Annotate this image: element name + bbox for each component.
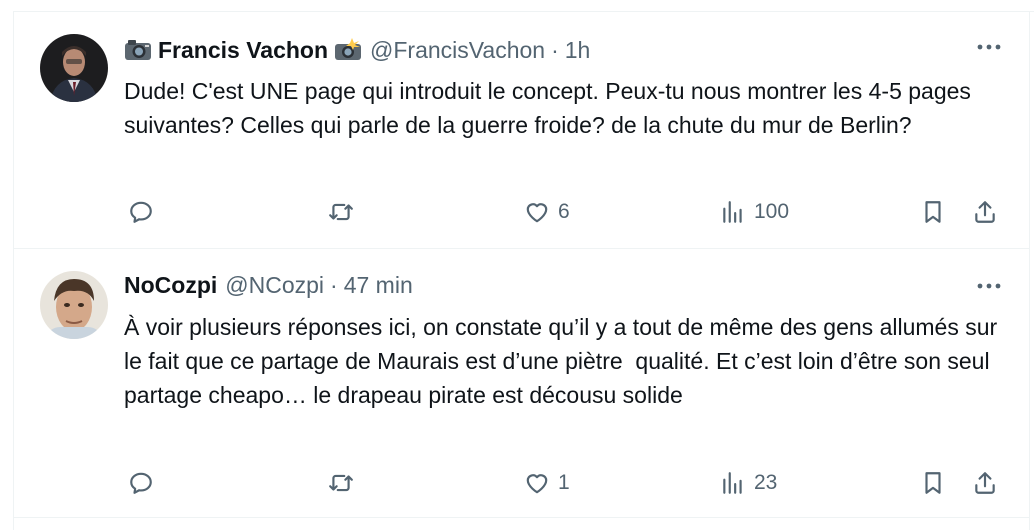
retweet-button[interactable] <box>328 196 362 228</box>
heart-icon <box>526 474 548 494</box>
analytics-bar-icon <box>723 201 742 223</box>
bookmark-icon <box>925 201 941 223</box>
tweet-text: À voir plusieurs réponses ici, on consta… <box>124 314 1004 408</box>
bookmark-icon <box>925 472 941 494</box>
display-name[interactable]: NoCozpi <box>124 272 217 299</box>
tweet-text: Dude! C'est UNE page qui introduit le co… <box>124 78 978 138</box>
timeline-border-right <box>1029 249 1030 517</box>
timeline-border-left <box>13 12 14 248</box>
more-options-icon[interactable] <box>976 281 1002 291</box>
views-button[interactable]: 100 <box>720 196 789 228</box>
timeline-border-right <box>1029 12 1030 248</box>
reply-icon <box>130 472 152 494</box>
tweet-actions: 6 100 <box>124 196 1006 228</box>
like-button[interactable]: 1 <box>524 467 570 499</box>
tweet-actions: 1 23 <box>124 467 1006 499</box>
bookmark-button[interactable] <box>920 467 946 499</box>
reply-icon <box>130 201 152 223</box>
tweet-header: NoCozpi @NCozpi · 47 min <box>124 271 413 299</box>
tweet[interactable]: NoCozpi @NCozpi · 47 min À voir plusieur… <box>13 249 1030 518</box>
share-icon <box>975 472 995 494</box>
avatar[interactable] <box>40 271 108 339</box>
user-handle[interactable]: @NCozpi <box>225 272 324 299</box>
views-button[interactable]: 23 <box>720 467 777 499</box>
tweet[interactable]: Francis Vachon @FrancisVachon · 1h Dude!… <box>13 12 1030 249</box>
share-icon <box>975 201 995 223</box>
next-tweet-edge <box>13 518 1030 530</box>
separator-dot: · <box>551 36 559 63</box>
share-button[interactable] <box>972 467 998 499</box>
tweet-header: Francis Vachon @FrancisVachon · 1h <box>124 36 590 64</box>
user-handle[interactable]: @FrancisVachon <box>370 37 545 64</box>
heart-icon <box>526 203 548 223</box>
analytics-bar-icon <box>723 472 742 494</box>
more-options-icon[interactable] <box>976 42 1002 52</box>
like-button[interactable]: 6 <box>524 196 570 228</box>
reply-button[interactable] <box>128 196 162 228</box>
bookmark-button[interactable] <box>920 196 946 228</box>
retweet-icon <box>329 474 353 492</box>
camera-emoji-icon <box>125 40 151 60</box>
reply-button[interactable] <box>128 467 162 499</box>
previous-tweet-edge <box>13 0 1034 12</box>
view-count: 23 <box>754 471 778 494</box>
timestamp[interactable]: 47 min <box>344 272 413 299</box>
separator-dot: · <box>330 271 338 298</box>
retweet-button[interactable] <box>328 467 362 499</box>
timeline-border-right <box>1029 518 1030 530</box>
camera-flash-emoji-icon <box>335 38 362 60</box>
retweet-icon <box>329 203 353 221</box>
share-button[interactable] <box>972 196 998 228</box>
avatar[interactable] <box>40 34 108 102</box>
timestamp[interactable]: 1h <box>565 37 591 64</box>
view-count: 100 <box>754 200 790 223</box>
like-count: 1 <box>558 471 570 494</box>
display-name[interactable]: Francis Vachon <box>158 37 328 64</box>
timeline-border-left <box>13 518 14 530</box>
like-count: 6 <box>558 200 570 223</box>
timeline-border-left <box>13 249 14 517</box>
